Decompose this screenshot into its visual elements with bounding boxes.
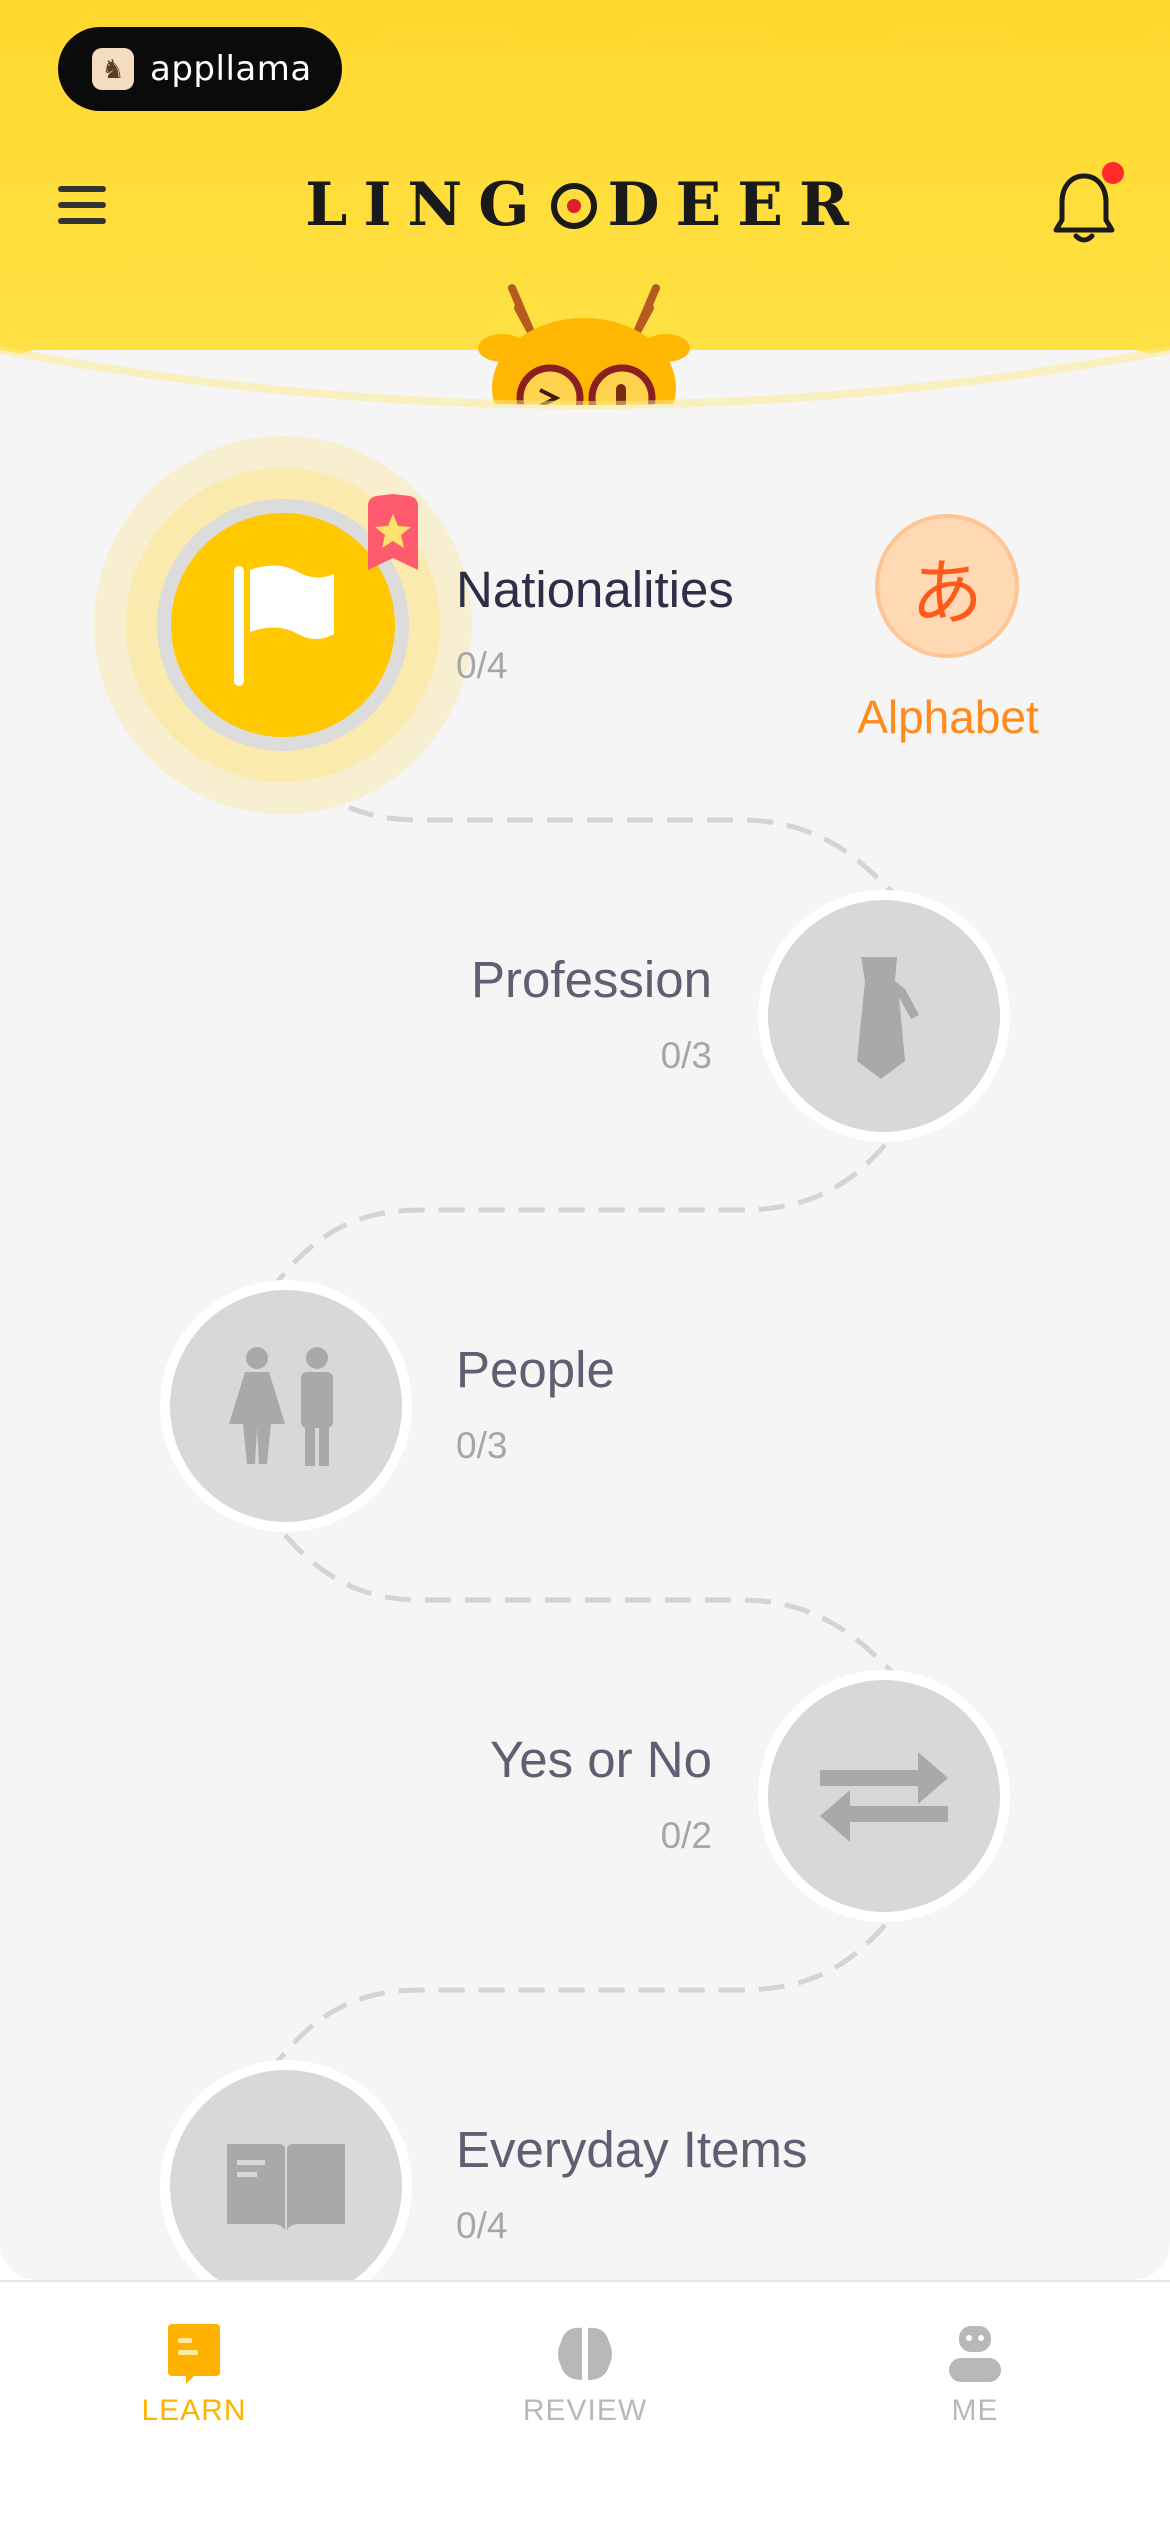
- lesson-node-people[interactable]: [160, 1280, 412, 1532]
- bottom-tab-bar: LEARN REVIEW ME: [0, 2280, 1170, 2534]
- alphabet-glyph: あ: [910, 550, 983, 635]
- tab-review-label: REVIEW: [522, 2394, 648, 2427]
- lesson-node-everyday-items[interactable]: [160, 2060, 412, 2312]
- lesson-title-yes-or-no[interactable]: Yes or No: [400, 1730, 712, 1789]
- lesson-connector-path: [273, 758, 897, 2067]
- lesson-title-nationalities[interactable]: Nationalities: [456, 560, 734, 619]
- alphabet-label[interactable]: Alphabet: [820, 690, 1076, 744]
- lesson-title-profession[interactable]: Profession: [400, 950, 712, 1009]
- lesson-node-profession[interactable]: [758, 890, 1010, 1142]
- tab-review[interactable]: REVIEW: [445, 2282, 725, 2482]
- lesson-title-everyday-items[interactable]: Everyday Items: [456, 2120, 807, 2179]
- book-icon: [170, 2070, 402, 2302]
- tab-learn-label: LEARN: [141, 2394, 247, 2427]
- lesson-progress-profession: 0/3: [660, 1035, 712, 1076]
- tab-me-label: ME: [951, 2394, 999, 2427]
- tab-me[interactable]: ME: [835, 2282, 1115, 2482]
- profile-icon: [949, 2326, 1001, 2382]
- lesson-progress-yes-or-no: 0/2: [660, 1815, 712, 1856]
- brain-icon: [558, 2327, 612, 2380]
- lesson-title-people[interactable]: People: [456, 1340, 615, 1399]
- lesson-node-yes-or-no[interactable]: [758, 1670, 1010, 1922]
- learn-icon: [168, 2324, 220, 2384]
- tab-learn[interactable]: LEARN: [54, 2282, 334, 2482]
- people-icon: [170, 1290, 402, 1522]
- tie-icon: [768, 900, 1000, 1132]
- star-bookmark-icon: [368, 494, 418, 570]
- alphabet-button[interactable]: あ: [875, 514, 1019, 658]
- lesson-progress-everyday-items: 0/4: [456, 2205, 508, 2246]
- lesson-progress-people: 0/3: [456, 1425, 508, 1466]
- swap-arrows-icon: [768, 1680, 1000, 1912]
- lesson-progress-nationalities: 0/4: [456, 645, 508, 686]
